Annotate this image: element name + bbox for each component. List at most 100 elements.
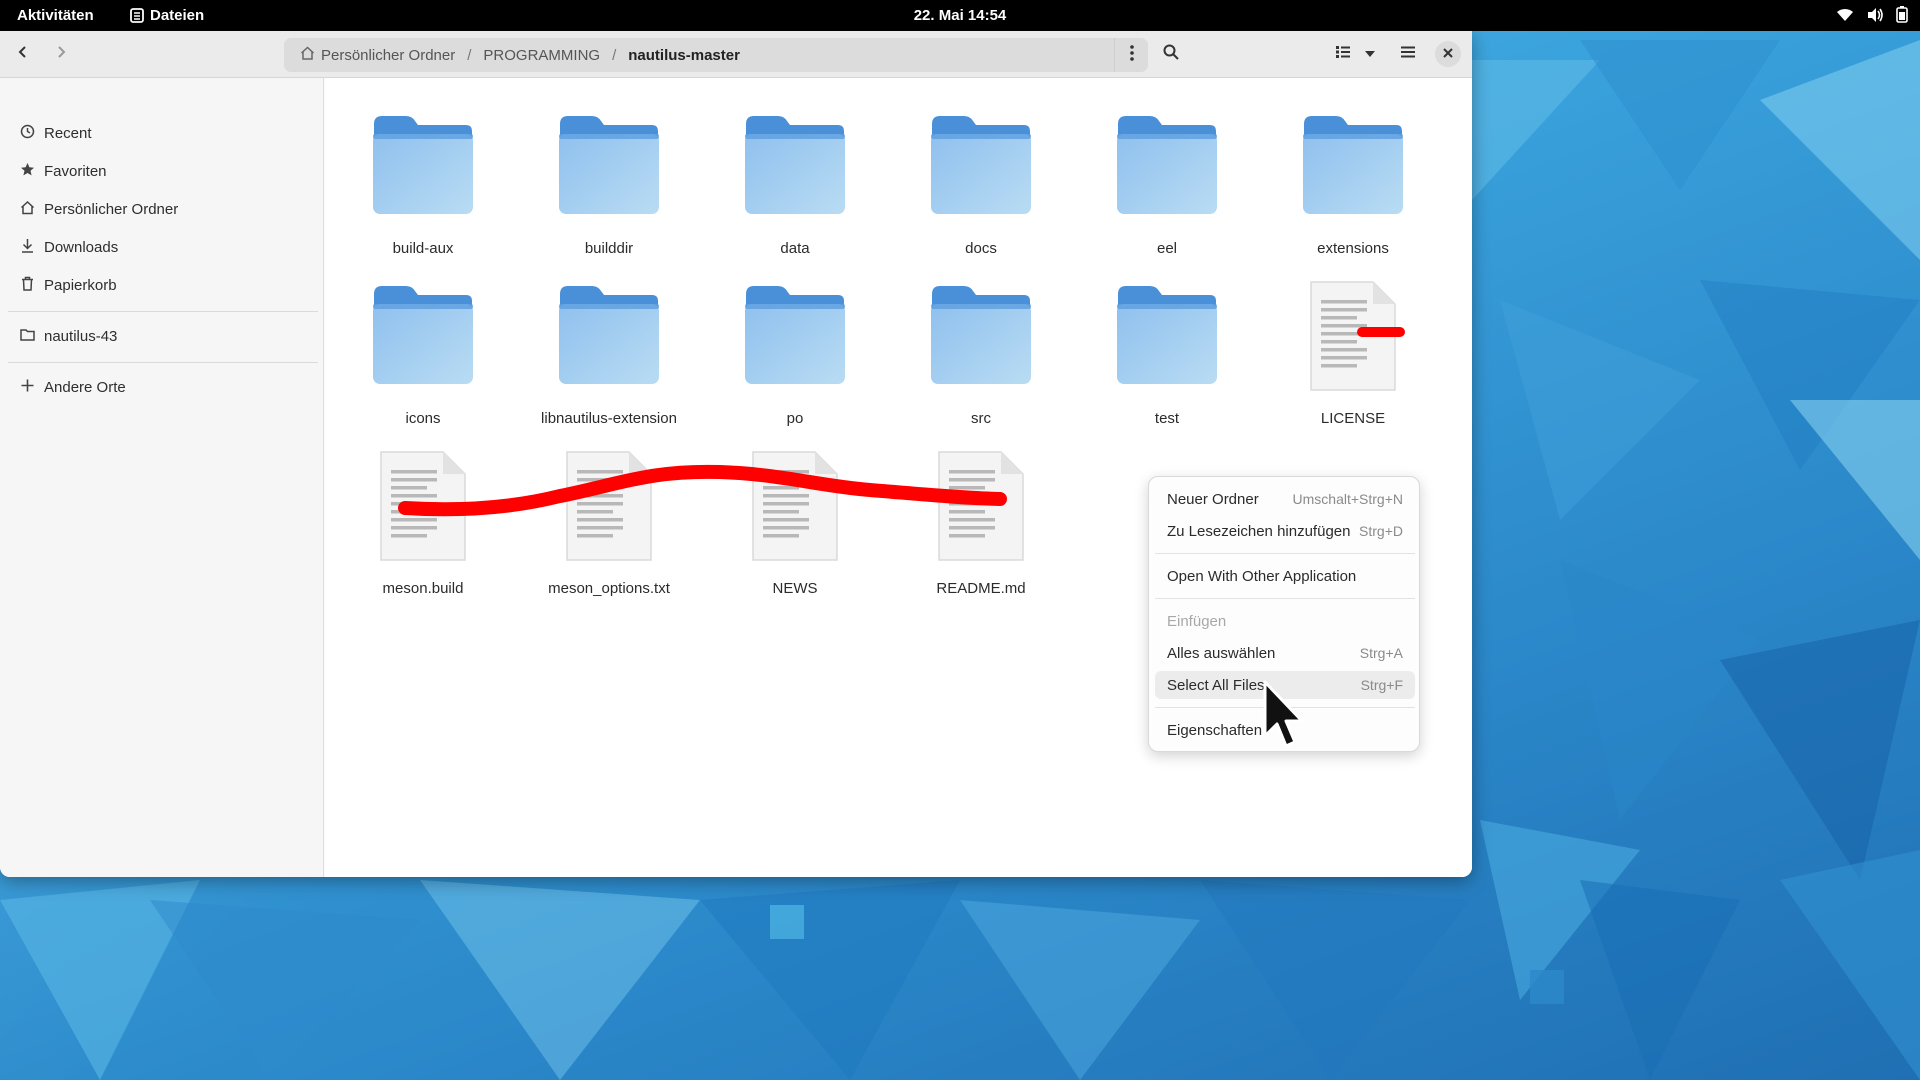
menu-item-shortcut: Umschalt+Strg+N [1292,491,1403,507]
menu-item-shortcut: Strg+F [1360,677,1403,693]
sidebar-item-home[interactable]: Persönlicher Ordner [20,194,310,224]
close-icon [1443,45,1453,63]
file-item[interactable]: data [702,108,888,258]
breadcrumb-home[interactable]: Persönlicher Ordner [296,46,459,64]
folder-icon [370,110,476,223]
menu-item-open-with[interactable]: Open With Other Application [1155,562,1415,590]
clock-icon [20,124,35,143]
folder-icon [742,110,848,223]
forward-button[interactable] [46,39,76,69]
view-toggle-button[interactable] [1330,39,1356,69]
file-item[interactable]: po [702,278,888,428]
menu-item-label: Open With Other Application [1167,568,1357,585]
home-icon [20,200,35,219]
file-item[interactable]: meson.build [330,448,516,598]
menu-item-label: Select All Files [1167,677,1265,694]
file-item[interactable]: test [1074,278,1260,428]
menu-separator [1155,553,1415,554]
file-name-label: builddir [584,240,634,257]
menu-item-shortcut: Strg+D [1359,523,1403,539]
app-name: Dateien [150,7,205,24]
sidebar-divider [8,311,318,312]
sidebar-item-other-locations[interactable]: Andere Orte [20,372,310,402]
breadcrumb-current[interactable]: nautilus-master [624,47,744,64]
file-item[interactable]: builddir [516,108,702,258]
file-name-label: icons [405,410,441,427]
sidebar-item-recent[interactable]: Recent [20,118,310,148]
header-bar: Persönlicher Ordner / PROGRAMMING / naut… [0,31,1472,78]
folder-icon [742,280,848,393]
sidebar: Recent Favoriten Persönlicher Ordner Dow… [0,78,324,877]
main-menu-button[interactable] [1393,39,1423,69]
folder-menu-button[interactable] [1114,38,1148,72]
file-item[interactable]: eel [1074,108,1260,258]
battery-icon [1896,6,1908,23]
file-name-label: eel [1156,240,1178,257]
view-options-button[interactable] [1360,39,1380,69]
menu-item-label: Neuer Ordner [1167,491,1259,508]
file-name-label: LICENSE [1320,410,1386,427]
top-bar: Aktivitäten Dateien 22. Mai 14:54 [0,0,1920,31]
menu-item-paste: Einfügen [1155,607,1415,635]
file-name-label: meson_options.txt [548,580,670,597]
file-item[interactable]: README.md [888,448,1074,598]
sidebar-item-downloads[interactable]: Downloads [20,232,310,262]
file-name-label: README.md [936,580,1026,597]
system-status-menu[interactable] [1836,6,1908,23]
folder-icon [556,110,662,223]
files-app-icon [130,8,144,23]
file-name-label: meson.build [382,580,464,597]
list-view-icon [1335,45,1351,64]
file-item[interactable]: build-aux [330,108,516,258]
text-file-icon [935,448,1027,569]
file-item[interactable]: docs [888,108,1074,258]
vertical-dots-icon [1129,45,1134,65]
file-name-label: data [780,240,810,257]
file-name-label: extensions [1317,240,1389,257]
folder-icon [370,280,476,393]
text-file-icon [1307,278,1399,399]
menu-item-shortcut: Strg+A [1359,645,1403,661]
back-button[interactable] [8,39,38,69]
file-item[interactable]: LICENSE [1260,278,1446,428]
menu-item-add-bookmark[interactable]: Zu Lesezeichen hinzufügen Strg+D [1155,517,1415,545]
chevron-left-icon [16,45,30,64]
sidebar-item-trash[interactable]: Papierkorb [20,270,310,300]
folder-icon [20,327,35,346]
volume-icon [1866,7,1884,23]
menu-item-select-all[interactable]: Alles auswählen Strg+A [1155,639,1415,667]
mouse-pointer-icon [1262,680,1306,757]
sidebar-item-label: Andere Orte [44,378,126,396]
file-item[interactable]: extensions [1260,108,1446,258]
menu-item-new-folder[interactable]: Neuer Ordner Umschalt+Strg+N [1155,485,1415,513]
file-item[interactable]: icons [330,278,516,428]
app-menu[interactable]: Dateien [130,7,204,24]
chevron-right-icon [54,45,68,64]
folder-icon [928,110,1034,223]
sidebar-item-nautilus-43[interactable]: nautilus-43 [20,321,310,351]
clock[interactable]: 22. Mai 14:54 [914,7,1007,24]
close-button[interactable] [1435,41,1461,67]
folder-icon [928,280,1034,393]
hamburger-icon [1400,45,1416,64]
sidebar-item-favorites[interactable]: Favoriten [20,156,310,186]
breadcrumb-label: Persönlicher Ordner [321,46,456,64]
breadcrumb-programming[interactable]: PROGRAMMING [479,47,604,64]
search-button[interactable] [1156,39,1186,69]
trash-icon [20,276,35,295]
activities-button[interactable]: Aktivitäten [17,7,94,24]
file-item[interactable]: libnautilus-extension [516,278,702,428]
breadcrumb-label: PROGRAMMING [483,46,601,64]
folder-icon [1114,110,1220,223]
menu-item-label: Einfügen [1167,613,1227,630]
menu-item-label: Alles auswählen [1167,645,1276,662]
file-name-label: docs [965,240,997,257]
file-item[interactable]: NEWS [702,448,888,598]
wifi-icon [1836,7,1854,23]
breadcrumb-label: nautilus-master [628,46,740,64]
menu-item-label: Zu Lesezeichen hinzufügen [1167,523,1351,540]
file-item[interactable]: src [888,278,1074,428]
sidebar-item-label: nautilus-43 [44,327,118,345]
file-item[interactable]: meson_options.txt [516,448,702,598]
file-name-label: src [971,410,991,427]
